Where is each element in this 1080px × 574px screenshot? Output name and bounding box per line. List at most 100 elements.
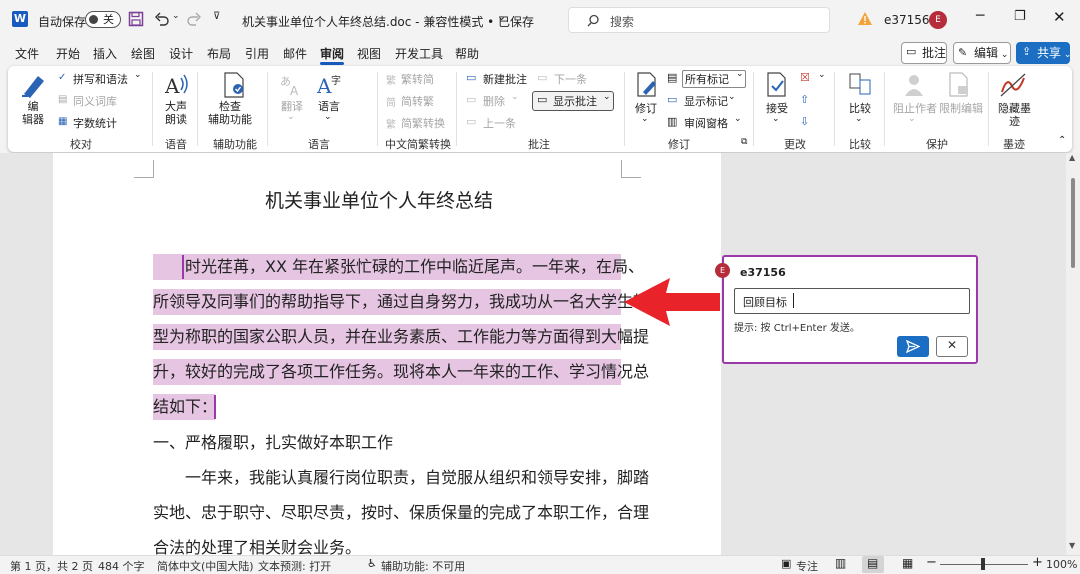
accept-icon[interactable] <box>765 72 789 98</box>
tab-home[interactable]: 开始 <box>56 45 80 62</box>
trad-to-simp-button[interactable]: 繁转简 <box>401 73 434 86</box>
text-prediction-status[interactable]: 文本预测: 打开 <box>258 558 331 574</box>
markup-select-dropdown-icon[interactable]: ⌄ <box>736 69 744 79</box>
search-input[interactable]: 搜索 <box>568 7 830 33</box>
hide-ink-icon[interactable] <box>999 72 1027 98</box>
language-status[interactable]: 简体中文(中国大陆) <box>157 558 254 574</box>
tab-review[interactable]: 审阅 <box>320 45 344 62</box>
delete-comment-button[interactable]: 删除 <box>483 95 505 108</box>
tab-insert[interactable]: 插入 <box>93 45 117 62</box>
share-button[interactable]: ⇪ 共享 ⌄ <box>1016 42 1071 64</box>
print-layout-button[interactable]: ▤ <box>862 556 884 573</box>
track-dropdown-icon[interactable]: ⌄ <box>641 114 649 124</box>
read-aloud-button[interactable]: 大声 朗读 <box>165 100 187 126</box>
undo-icon[interactable] <box>154 11 170 27</box>
user-name[interactable]: e37156 <box>884 13 930 27</box>
reject-dropdown-icon[interactable]: ⌄ <box>818 70 826 80</box>
accessibility-check-icon[interactable] <box>221 72 247 98</box>
tracking-options-launcher-icon[interactable]: ⧉ <box>741 137 747 147</box>
save-icon[interactable] <box>128 11 144 27</box>
spelling-dropdown-icon[interactable]: ⌄ <box>134 70 142 80</box>
previous-change-icon[interactable]: ⇧ <box>800 93 809 106</box>
scroll-thumb[interactable] <box>1071 178 1075 268</box>
tab-references[interactable]: 引用 <box>245 45 269 62</box>
block-authors-dropdown-icon[interactable]: ⌄ <box>908 114 916 124</box>
compare-icon[interactable] <box>848 72 874 98</box>
thesaurus-button[interactable]: 同义词库 <box>73 95 117 108</box>
zoom-out-icon[interactable]: − <box>926 555 937 570</box>
tab-mailings[interactable]: 邮件 <box>283 45 307 62</box>
hide-ink-button[interactable]: 隐藏墨 迹 <box>998 102 1031 128</box>
review-pane-dropdown-icon[interactable]: ⌄ <box>734 114 742 124</box>
tab-developer[interactable]: 开发工具 <box>395 45 443 62</box>
scroll-down-icon[interactable]: ▼ <box>1069 541 1075 550</box>
vertical-scrollbar[interactable]: ▲ ▼ <box>1066 153 1080 555</box>
chinese-convert-button[interactable]: 简繁转换 <box>401 117 445 130</box>
restrict-editing-button[interactable]: 限制编辑 <box>939 102 983 115</box>
cancel-comment-button[interactable]: ✕ <box>936 336 968 357</box>
block-authors-icon[interactable] <box>902 72 928 98</box>
page-count[interactable]: 第 1 页，共 2 页 <box>10 558 93 574</box>
word-count[interactable]: 484 个字 <box>98 558 145 574</box>
warning-icon[interactable] <box>857 11 873 26</box>
accessibility-check-button[interactable]: 检查 辅助功能 <box>208 100 252 126</box>
editor-button[interactable]: 编 辑器 <box>22 100 44 126</box>
restore-icon[interactable]: ❐ <box>1014 9 1026 24</box>
title-dropdown-icon[interactable]: ⌄ <box>497 10 506 23</box>
editing-mode-button[interactable]: ✎ 编辑 ⌄ <box>953 42 1011 64</box>
tab-layout[interactable]: 布局 <box>207 45 231 62</box>
collapse-ribbon-icon[interactable]: ⌃ <box>1058 135 1066 146</box>
scroll-up-icon[interactable]: ▲ <box>1069 153 1075 162</box>
zoom-level[interactable]: 100% <box>1046 558 1077 571</box>
comment-input[interactable]: 回顾目标 <box>734 288 970 314</box>
next-comment-icon: ▭ <box>537 71 548 84</box>
editor-icon[interactable] <box>20 72 48 98</box>
next-comment-button[interactable]: 下一条 <box>554 73 587 86</box>
show-comments-dropdown-icon[interactable]: ⌄ <box>603 92 611 102</box>
reject-icon[interactable]: ☒ <box>800 71 810 84</box>
zoom-slider-thumb[interactable] <box>981 558 985 570</box>
accept-dropdown-icon[interactable]: ⌄ <box>772 114 780 124</box>
separator <box>377 72 378 146</box>
redo-icon[interactable] <box>186 11 202 27</box>
delete-dropdown-icon[interactable]: ⌄ <box>511 92 519 102</box>
language-dropdown-icon[interactable]: ⌄ <box>324 112 332 122</box>
read-aloud-icon[interactable]: A <box>163 72 189 98</box>
spelling-button[interactable]: 拼写和语法 <box>73 73 128 86</box>
tab-design[interactable]: 设计 <box>169 45 193 62</box>
tab-help[interactable]: 帮助 <box>455 45 479 62</box>
simp-to-trad-button[interactable]: 简转繁 <box>401 95 434 108</box>
review-pane-button[interactable]: 审阅窗格 <box>684 117 728 130</box>
zoom-in-icon[interactable]: + <box>1032 555 1043 570</box>
undo-dropdown-icon[interactable]: ⌄ <box>172 11 180 21</box>
restrict-editing-icon[interactable] <box>947 72 973 98</box>
customize-toolbar-icon[interactable]: ⊽ <box>213 11 220 22</box>
send-comment-button[interactable] <box>897 336 929 357</box>
accessibility-status[interactable]: 辅助功能: 不可用 <box>381 558 465 574</box>
language-icon[interactable]: A字 <box>316 72 344 98</box>
translate-icon[interactable]: あA <box>279 73 303 97</box>
translate-dropdown-icon[interactable]: ⌄ <box>287 112 295 122</box>
to-simplified-icon: 简 <box>386 98 396 109</box>
focus-mode-button[interactable]: 专注 <box>796 558 818 574</box>
show-markup-button[interactable]: 显示标记 <box>684 95 728 108</box>
close-icon[interactable]: ✕ <box>1053 8 1066 26</box>
next-change-icon[interactable]: ⇩ <box>800 115 809 128</box>
comment-card[interactable]: E e37156 回顾目标 提示: 按 Ctrl+Enter 发送。 ✕ <box>715 255 978 364</box>
minimize-icon[interactable]: ─ <box>976 8 984 24</box>
new-comment-button[interactable]: 新建批注 <box>483 73 527 86</box>
compare-dropdown-icon[interactable]: ⌄ <box>855 114 863 124</box>
document-title[interactable]: 机关事业单位个人年终总结.doc - 兼容性模式 • 已保存 <box>242 13 534 30</box>
web-layout-icon[interactable]: ▦ <box>902 556 913 570</box>
wordcount-button[interactable]: 字数统计 <box>73 117 117 130</box>
show-markup-dropdown-icon[interactable]: ⌄ <box>728 92 736 102</box>
tab-view[interactable]: 视图 <box>357 45 381 62</box>
previous-comment-button[interactable]: 上一条 <box>483 117 516 130</box>
track-changes-icon[interactable] <box>635 72 659 98</box>
tab-draw[interactable]: 绘图 <box>131 45 155 62</box>
tab-file[interactable]: 文件 <box>15 45 39 62</box>
comments-button[interactable]: ▭ 批注 <box>901 42 947 64</box>
autosave-toggle[interactable]: 关 <box>85 11 121 28</box>
read-mode-icon[interactable]: ▥ <box>835 556 846 570</box>
avatar[interactable]: E <box>929 11 947 29</box>
